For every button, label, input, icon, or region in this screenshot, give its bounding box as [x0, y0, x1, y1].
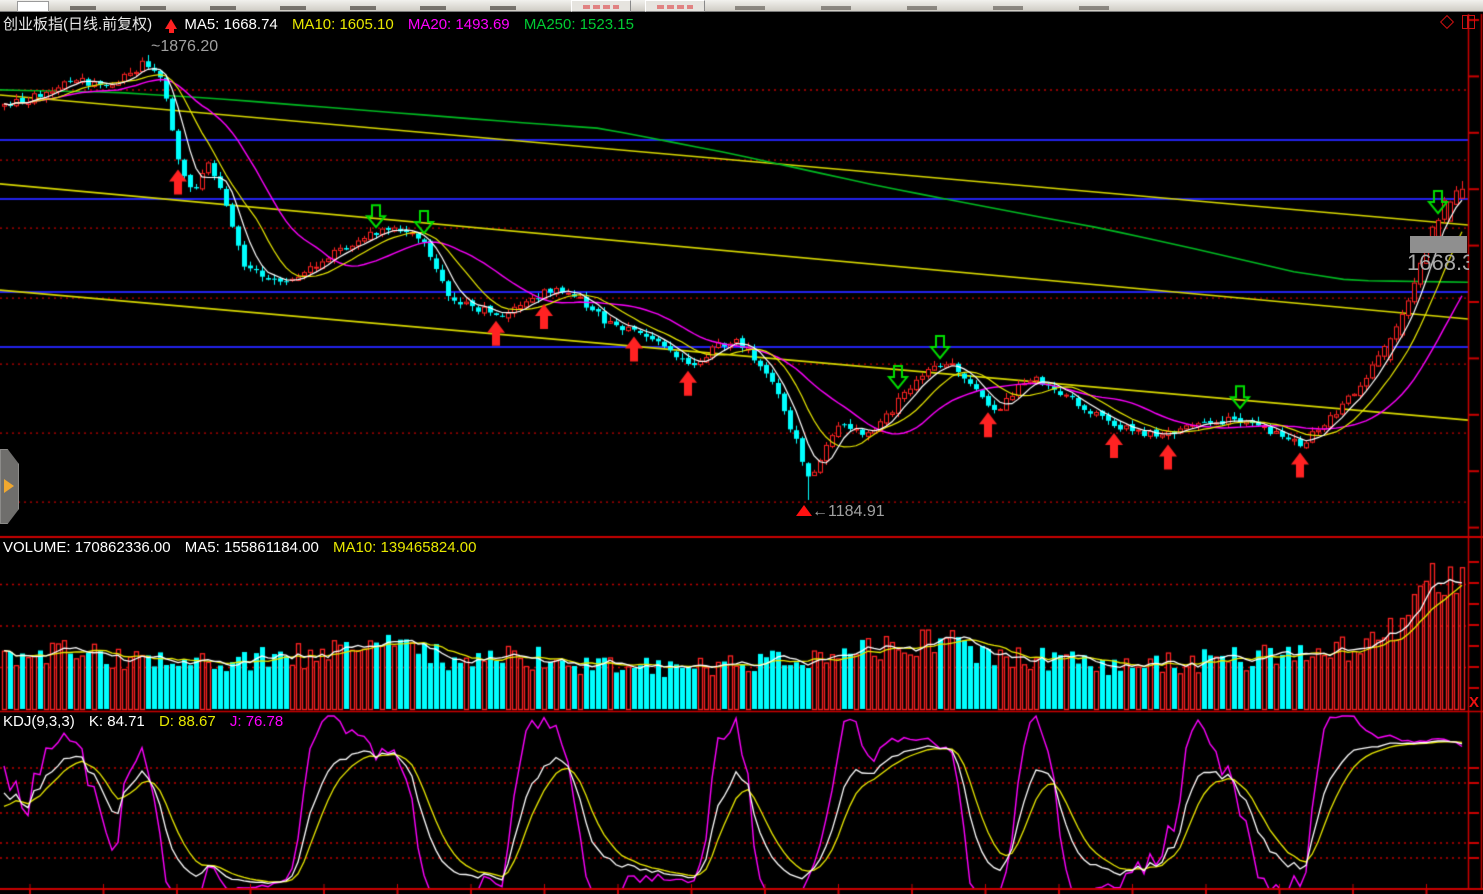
last-price-tag: 1668.3: [1407, 250, 1469, 276]
frame-icon[interactable]: [1462, 15, 1475, 29]
ma250-readout: MA250: 1523.15: [524, 16, 634, 33]
expand-arrow-icon: [4, 479, 14, 493]
menu-text-remnants: [735, 6, 1155, 10]
main-chart-header: 创业板指(日线.前复权) MA5: 1668.74 MA10: 1605.10 …: [3, 13, 644, 34]
toolbar-button-change[interactable]: [645, 0, 705, 12]
button-red-text-remnant: [657, 5, 693, 9]
volume-ma5-readout: MA5: 155861184.00: [185, 539, 319, 556]
volume-ma10-readout: MA10: 139465824.00: [333, 539, 476, 556]
kdj-name: KDJ(9,3,3): [3, 713, 75, 730]
menu-bar[interactable]: [0, 0, 1483, 12]
chart-corner-tools: [1442, 13, 1475, 29]
button-red-text-remnant: [583, 5, 619, 9]
red-up-arrow-icon: [165, 19, 177, 29]
kdj-j-readout: J: 76.78: [230, 713, 283, 730]
kdj-d-readout: D: 88.67: [159, 713, 216, 730]
chart-canvas[interactable]: [0, 0, 1483, 894]
high-price-label: ~1876.20: [151, 38, 218, 56]
volume-readout: VOLUME: 170862336.00: [3, 539, 171, 556]
toolbar-button-quote[interactable]: [571, 0, 631, 12]
low-point-marker: [796, 505, 812, 516]
indicator-close-button[interactable]: X: [1469, 694, 1479, 711]
diamond-icon[interactable]: [1440, 15, 1454, 29]
instrument-title: 创业板指(日线.前复权): [3, 16, 152, 33]
volume-pane-header: VOLUME: 170862336.00 MA5: 155861184.00 M…: [3, 539, 486, 556]
menu-logo-box: [17, 1, 49, 12]
kdj-pane-header: KDJ(9,3,3) K: 84.71 D: 88.67 J: 76.78: [3, 713, 293, 730]
menu-text-remnants: [70, 6, 540, 10]
sidebar-flyout-handle[interactable]: [0, 449, 19, 524]
ma10-readout: MA10: 1605.10: [292, 16, 394, 33]
kdj-k-readout: K: 84.71: [89, 713, 145, 730]
trading-app-window: 创业板指(日线.前复权) MA5: 1668.74 MA10: 1605.10 …: [0, 0, 1483, 894]
ma5-readout: MA5: 1668.74: [184, 16, 277, 33]
ma20-readout: MA20: 1493.69: [408, 16, 510, 33]
low-price-label: ←1184.91: [812, 503, 885, 521]
